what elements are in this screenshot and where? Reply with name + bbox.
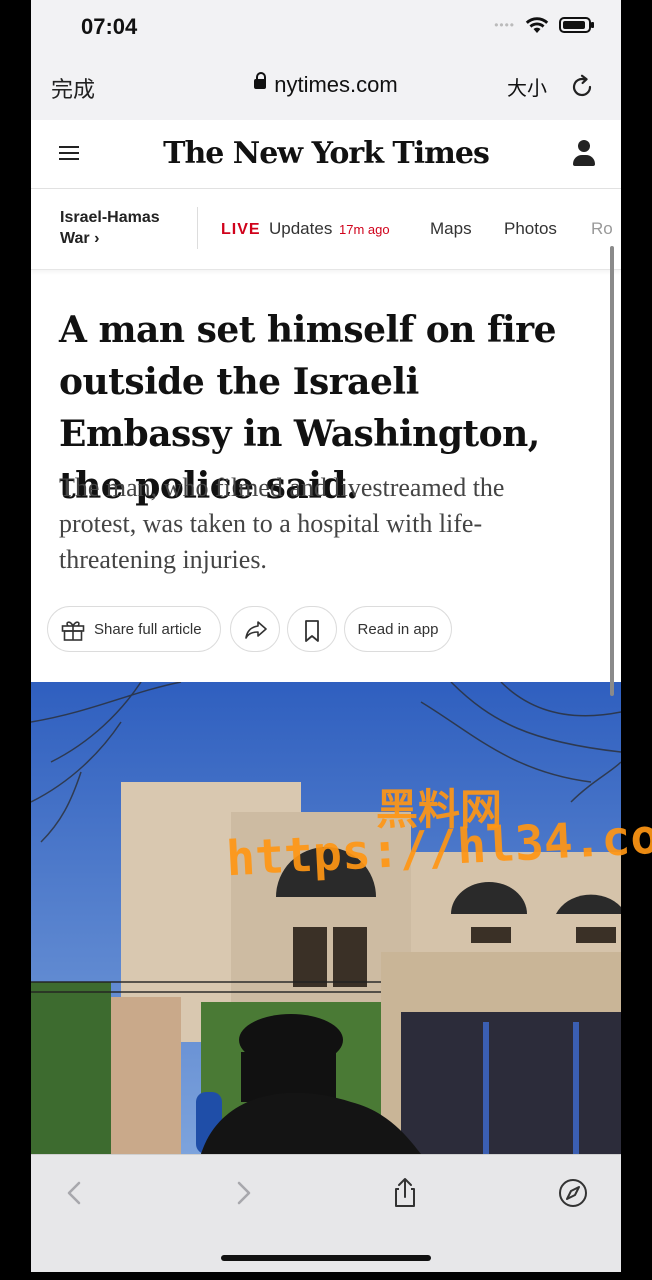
address-text: nytimes.com <box>274 72 398 97</box>
back-icon[interactable] <box>59 1177 91 1209</box>
topic-line2: War › <box>60 230 100 247</box>
status-bar: 07:04 •••• <box>31 0 621 54</box>
gift-icon <box>61 621 85 641</box>
article-summary: The man, who filmed and livestreamed the… <box>59 473 505 574</box>
share-arrow-icon <box>245 621 267 639</box>
topic-subnav: Israel-Hamas War › LIVE Updates 17m ago … <box>31 189 621 270</box>
account-icon[interactable] <box>573 140 595 168</box>
browser-url-bar: 完成 nytimes.com 大小 <box>31 54 621 120</box>
browser-toolbar <box>31 1154 621 1272</box>
phone-screen: 07:04 •••• 完成 nytimes.com 大小 The New Yor… <box>31 0 621 1272</box>
article-actions: Share full article Read in app <box>47 606 617 656</box>
text-size-button[interactable]: 大小 <box>507 72 547 101</box>
photos-link[interactable]: Photos <box>504 219 557 239</box>
save-button[interactable] <box>287 606 337 652</box>
read-in-app-button[interactable]: Read in app <box>344 606 452 652</box>
nyt-header: The New York Times <box>31 120 621 189</box>
share-icon[interactable] <box>389 1177 421 1209</box>
read-in-app-label: Read in app <box>357 621 439 638</box>
topic-link-israel-hamas-war[interactable]: Israel-Hamas War › <box>60 207 160 249</box>
lock-icon <box>254 72 267 90</box>
reload-icon[interactable] <box>569 74 595 100</box>
nyt-logo[interactable]: The New York Times <box>31 136 621 171</box>
maps-link[interactable]: Maps <box>430 219 472 239</box>
web-page: The New York Times Israel-Hamas War › LI… <box>31 120 621 1154</box>
updated-ago-timestamp: 17m ago <box>339 222 390 237</box>
status-time: 07:04 <box>81 14 138 39</box>
home-indicator <box>221 1255 431 1261</box>
share-full-article-label: Share full article <box>94 621 202 638</box>
scroll-indicator[interactable] <box>610 246 614 696</box>
subnav-divider <box>197 207 198 249</box>
bookmark-icon <box>305 620 319 642</box>
battery-icon <box>559 17 594 33</box>
wifi-icon <box>525 17 549 33</box>
topic-line1: Israel-Hamas <box>60 209 160 226</box>
live-updates-link[interactable]: Updates <box>269 219 332 239</box>
signal-dots-icon: •••• <box>494 18 515 32</box>
live-badge[interactable]: LIVE <box>221 221 261 239</box>
status-icons: •••• <box>494 16 594 34</box>
share-button[interactable] <box>230 606 280 652</box>
truncated-nav-link[interactable]: Ro <box>591 219 613 239</box>
forward-icon[interactable] <box>227 1177 259 1209</box>
article-lead-photo[interactable] <box>31 682 621 1154</box>
compass-icon[interactable] <box>557 1177 589 1209</box>
share-full-article-button[interactable]: Share full article <box>47 606 221 652</box>
embassy-photo-illustration <box>31 682 621 1154</box>
